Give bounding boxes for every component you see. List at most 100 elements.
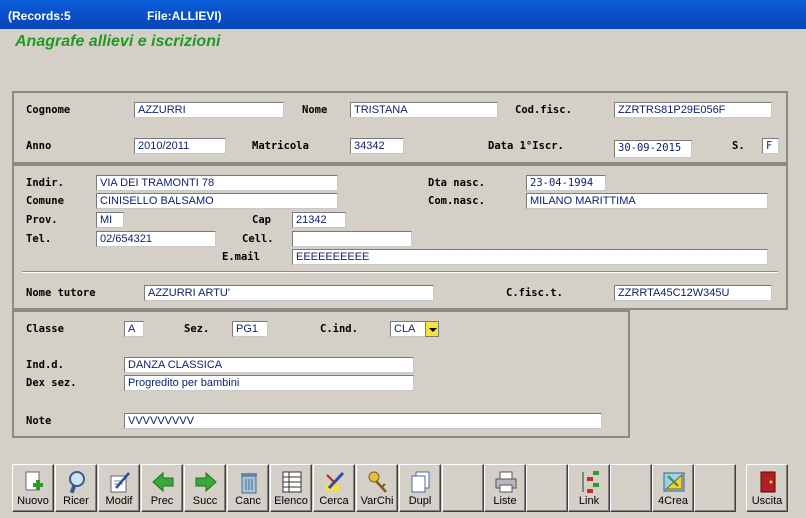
label-email: E.mail	[222, 251, 260, 263]
sesso-field[interactable]: F	[762, 138, 779, 154]
cap-field[interactable]: 21342	[292, 212, 346, 228]
design-icon	[663, 472, 685, 492]
label-cell: Cell.	[242, 233, 274, 245]
label-anno: Anno	[26, 140, 52, 152]
anno-field[interactable]: 2010/2011	[134, 138, 226, 154]
tel-field[interactable]: 02/654321	[96, 231, 216, 247]
link-button[interactable]: Link	[568, 464, 610, 512]
uscita-button[interactable]: Uscita	[746, 464, 788, 512]
canc-button[interactable]: Canc	[227, 464, 269, 512]
link-label: Link	[578, 495, 600, 507]
toolbar-empty-button-4[interactable]	[694, 464, 736, 512]
label-codfisc: Cod.fisc.	[515, 104, 572, 116]
canc-label: Canc	[235, 495, 261, 507]
modif-button[interactable]: Modif	[98, 464, 140, 512]
window-titlebar: (Records:5 File:ALLIEVI)	[0, 0, 806, 29]
modif-label: Modif	[105, 495, 133, 507]
label-dta-nasc: Dta nasc.	[428, 177, 485, 189]
printer-icon	[495, 471, 517, 493]
sez-field[interactable]: PG1	[232, 321, 268, 337]
cfisc-t-field[interactable]: ZZRRTA45C12W345U	[614, 285, 772, 301]
dupl-label: Dupl	[408, 495, 432, 507]
label-data-iscr: Data 1°Iscr.	[488, 140, 564, 152]
4crea-label: 4Crea	[658, 495, 688, 507]
varchi-button[interactable]: VarChi	[356, 464, 398, 512]
label-note: Note	[26, 415, 52, 427]
label-cfisc-t: C.fisc.t.	[506, 287, 563, 299]
label-matricola: Matricola	[252, 140, 309, 152]
codfisc-field[interactable]: ZZRTRS81P29E056F	[614, 102, 772, 118]
classe-field[interactable]: A	[124, 321, 144, 337]
label-prov: Prov.	[26, 214, 58, 226]
toolbar: Nuovo Ricer Modif Prec Succ Canc Elenco …	[12, 464, 790, 512]
nuovo-button[interactable]: Nuovo	[12, 464, 54, 512]
form-title: Anagrafe allievi e iscrizioni	[15, 33, 221, 50]
ricer-label: Ricer	[63, 495, 89, 507]
c-ind-select[interactable]: CLA	[390, 321, 426, 337]
label-nome-tutore: Nome tutore	[26, 287, 96, 299]
new-document-icon	[25, 471, 43, 491]
toolbar-empty-button-1[interactable]	[442, 464, 484, 512]
dex-sez-field[interactable]: Progredito per bambini	[124, 375, 414, 391]
label-ind-d: Ind.d.	[26, 359, 64, 371]
cognome-field[interactable]: AZZURRI	[134, 102, 284, 118]
prec-label: Prec	[150, 495, 174, 507]
matricola-field[interactable]: 34342	[350, 138, 404, 154]
email-field[interactable]: EEEEEEEEEE	[292, 249, 768, 265]
copy-icon	[411, 471, 430, 493]
cerca-label: Cerca	[319, 495, 349, 507]
elenco-button[interactable]: Elenco	[270, 464, 312, 512]
liste-label: Liste	[493, 495, 517, 507]
separator-line	[22, 271, 778, 273]
arrow-right-icon	[195, 471, 217, 493]
varchi-label: VarChi	[360, 495, 394, 507]
arrow-left-icon	[152, 471, 174, 493]
toolbar-empty-button-3[interactable]	[610, 464, 652, 512]
edit-document-icon	[110, 472, 130, 493]
keys-icon	[368, 471, 387, 493]
cell-field[interactable]	[292, 231, 412, 247]
prov-field[interactable]: MI	[96, 212, 124, 228]
note-field[interactable]: VVVVVVVVV	[124, 413, 602, 429]
label-indir: Indir.	[26, 177, 64, 189]
exit-door-icon	[760, 471, 776, 493]
label-dex-sez: Dex sez.	[26, 377, 77, 389]
label-cap: Cap	[252, 214, 271, 226]
label-comune: Comune	[26, 195, 64, 207]
com-nasc-field[interactable]: MILANO MARITTIMA	[526, 193, 768, 209]
label-classe: Classe	[26, 323, 64, 335]
liste-button[interactable]: Liste	[484, 464, 526, 512]
succ-button[interactable]: Succ	[184, 464, 226, 512]
label-com-nasc: Com.nasc.	[428, 195, 485, 207]
list-icon	[282, 471, 302, 493]
label-nome: Nome	[302, 104, 328, 116]
cerca-button[interactable]: Cerca	[313, 464, 355, 512]
4crea-button[interactable]: 4Crea	[652, 464, 694, 512]
nome-field[interactable]: TRISTANA	[350, 102, 498, 118]
label-sez: Sez.	[184, 323, 210, 335]
trash-icon	[241, 473, 257, 494]
elenco-label: Elenco	[274, 495, 308, 507]
nome-tutore-field[interactable]: AZZURRI ARTU'	[144, 285, 434, 301]
dupl-button[interactable]: Dupl	[399, 464, 441, 512]
label-cognome: Cognome	[26, 104, 71, 116]
magnifier-icon	[69, 471, 85, 494]
indir-field[interactable]: VIA DEI TRAMONTI 78	[96, 175, 338, 191]
prec-button[interactable]: Prec	[141, 464, 183, 512]
records-count: (Records:5	[8, 9, 71, 23]
highlighter-icon	[325, 471, 345, 491]
comune-field[interactable]: CINISELLO BALSAMO	[96, 193, 338, 209]
succ-label: Succ	[192, 495, 218, 507]
chevron-down-icon[interactable]	[425, 321, 439, 337]
uscita-label: Uscita	[751, 495, 783, 507]
ricer-button[interactable]: Ricer	[55, 464, 97, 512]
dta-nasc-field[interactable]: 23-04-1994	[526, 175, 606, 191]
toolbar-empty-button-2[interactable]	[526, 464, 568, 512]
label-sesso: S.	[732, 140, 745, 152]
data-iscr-field[interactable]: 30-09-2015	[614, 140, 692, 158]
file-name: File:ALLIEVI)	[147, 9, 222, 23]
label-tel: Tel.	[26, 233, 52, 245]
ind-d-field[interactable]: DANZA CLASSICA	[124, 357, 414, 373]
label-c-ind: C.ind.	[320, 323, 358, 335]
nuovo-label: Nuovo	[17, 495, 49, 507]
